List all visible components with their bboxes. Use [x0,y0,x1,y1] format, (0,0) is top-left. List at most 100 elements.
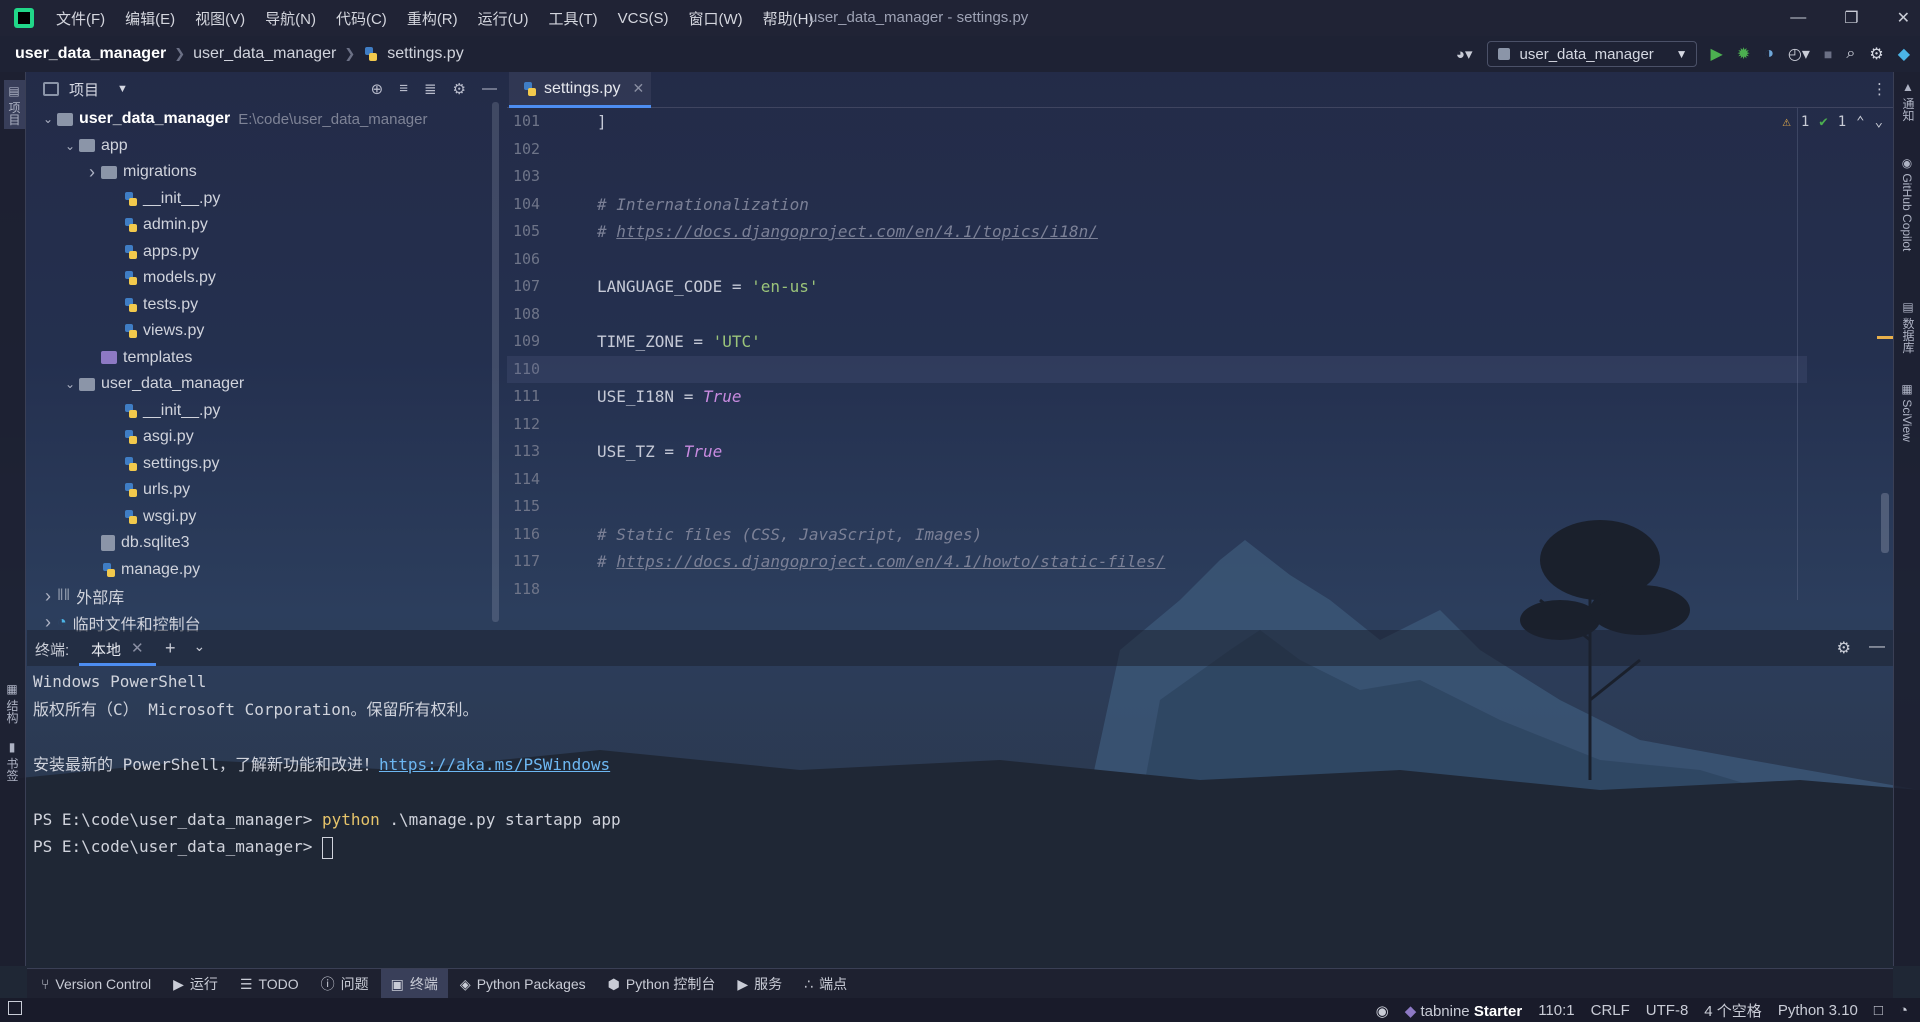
code-area[interactable]: ] # Internationalization # https://docs.dj… [507,108,1807,600]
menu-file[interactable]: 文件(F) [56,8,105,29]
restore-icon[interactable]: ❐ [1844,8,1858,28]
file-encoding[interactable]: UTF-8 [1646,1002,1689,1019]
tree-item[interactable]: db.sqlite3 [27,530,503,557]
menu-refactor[interactable]: 重构(R) [407,8,458,29]
line-number[interactable]: 113 [507,438,589,466]
hide-panel-icon[interactable]: — [1869,638,1885,658]
doc-link[interactable]: https://docs.djangoproject.com/en/4.1/ho… [616,552,1165,571]
jetbrains-ai-icon[interactable]: ◆ [1898,44,1910,64]
chevron-down-icon[interactable]: ▼ [117,83,128,95]
search-icon[interactable]: ⌕ [1846,45,1855,63]
menu-run[interactable]: 运行(U) [478,8,529,29]
tool-terminal[interactable]: ▣ 终端 [380,969,448,999]
line-number[interactable]: 108 [507,301,589,329]
close-tab-icon[interactable]: ✕ [632,80,644,97]
more-vertical-icon[interactable]: ⋮ [1872,80,1887,98]
tree-item[interactable]: apps.py [27,239,503,266]
indent-setting[interactable]: 4 个空格 [1704,1000,1762,1021]
stop-icon[interactable]: ■ [1824,46,1832,62]
settings-gear-icon[interactable]: ⚙ [1869,44,1883,64]
caret-position[interactable]: 110:1 [1538,1002,1574,1019]
tool-python-console[interactable]: ⬢ Python 控制台 [608,974,716,994]
bookmarks-tool-tab[interactable]: ▮ 书签 [4,740,21,781]
menu-vcs[interactable]: VCS(S) [618,10,669,27]
tree-item[interactable]: admin.py [27,212,503,239]
tool-version-control[interactable]: ⑂ Version Control [41,976,151,992]
profile-icon[interactable]: ◴▾ [1788,44,1810,64]
line-number[interactable]: 107 [507,273,589,301]
warning-stripe-mark[interactable] [1877,336,1893,339]
tree-item[interactable]: › migrations [27,159,503,186]
chevron-right-icon[interactable]: › [83,162,101,183]
menu-window[interactable]: 窗口(W) [688,8,742,29]
database-tool-tab[interactable]: ▤ 数据库 [1900,300,1917,353]
close-icon[interactable]: ✕ [1897,8,1910,28]
line-number[interactable]: 102 [507,136,589,164]
tree-item[interactable]: manage.py [27,557,503,584]
chevron-right-icon[interactable]: › [39,586,57,607]
tree-item[interactable]: tests.py [27,292,503,319]
next-highlight-icon[interactable]: ⌄ [1875,114,1883,130]
tool-endpoints[interactable]: ∴ 端点 [804,974,847,994]
tree-item[interactable]: __init__.py [27,186,503,213]
collapse-all-icon[interactable]: ≣ [424,80,437,98]
tree-item[interactable]: templates [27,345,503,372]
copilot-status-icon[interactable]: ◉ [1376,1002,1389,1020]
line-number[interactable]: 118 [507,576,589,601]
tool-problems[interactable]: ⓘ 问题 [321,974,369,994]
tree-item[interactable]: models.py [27,265,503,292]
lock-icon[interactable]: □ [1874,1002,1883,1019]
chevron-down-icon[interactable]: ⌄ [194,638,206,659]
memory-icon[interactable]: ◔ [1899,1002,1908,1019]
tree-item[interactable]: urls.py [27,477,503,504]
line-number[interactable]: 101 [507,108,589,136]
inspection-widget[interactable]: ⚠ 1 ✔ 1 ⌃ ⌄ [1782,114,1883,130]
line-number[interactable]: 111 [507,383,589,411]
tree-item[interactable]: views.py [27,318,503,345]
tabnine-widget[interactable]: ◆ tabnine Starter [1405,1002,1522,1020]
run-config-selector[interactable]: user_data_manager ▼ [1486,41,1697,67]
notifications-tool-tab[interactable]: ▲ 通知 [1900,80,1917,121]
line-number[interactable]: 115 [507,493,589,521]
line-number[interactable]: 106 [507,246,589,274]
line-number[interactable]: 109 [507,328,589,356]
terminal-output[interactable]: Windows PowerShell 版权所有（C） Microsoft Cor… [33,668,1883,964]
menu-code[interactable]: 代码(C) [336,8,387,29]
chevron-down-icon[interactable]: ⌄ [61,139,79,153]
powershell-link[interactable]: https://aka.ms/PSWindows [379,755,610,774]
tool-python-packages[interactable]: ◈ Python Packages [460,976,586,993]
line-number[interactable]: 105 [507,218,589,246]
breadcrumb-folder[interactable]: user_data_manager [193,45,336,63]
line-number[interactable]: 116 [507,521,589,549]
tree-item[interactable]: __init__.py [27,398,503,425]
tree-item[interactable]: asgi.py [27,424,503,451]
minimize-icon[interactable]: — [1790,9,1806,27]
line-number[interactable]: 104 [507,191,589,219]
breadcrumb-file[interactable]: settings.py [387,45,463,63]
tree-item[interactable]: settings.py [27,451,503,478]
menu-tools[interactable]: 工具(T) [548,8,597,29]
menu-view[interactable]: 视图(V) [195,8,245,29]
code-editor[interactable]: 101 102 103 104 105 106 107 108 109 110 111 112 113 1… [507,108,1893,600]
menu-navigate[interactable]: 导航(N) [265,8,316,29]
sciview-tool-tab[interactable]: ▦ SciView [1900,382,1914,442]
project-scrollbar[interactable] [492,102,499,622]
line-number[interactable]: 112 [507,411,589,439]
tool-run[interactable]: ▶ 运行 [173,974,218,994]
settings-gear-icon[interactable]: ⚙ [1837,638,1851,658]
line-separator[interactable]: CRLF [1591,1002,1630,1019]
tree-item[interactable]: ⌄ app [27,133,503,160]
terminal-tab-local[interactable]: 本地 ✕ [79,630,156,666]
menu-help[interactable]: 帮助(H) [763,8,814,29]
tree-item[interactable]: › ‖‖ 外部库 [27,583,503,610]
structure-tool-tab[interactable]: ▦ 结构 [4,682,21,723]
copilot-tool-tab[interactable]: ◉ GitHub Copilot [1900,156,1914,251]
python-interpreter[interactable]: Python 3.10 [1778,1002,1858,1019]
panel-toggle-icon[interactable] [8,1001,22,1015]
project-view-selector[interactable]: 项目 [69,79,99,100]
user-icon[interactable]: ◕▾ [1456,45,1473,63]
new-terminal-icon[interactable]: + [165,638,176,659]
hide-panel-icon[interactable]: — [482,80,497,98]
tool-todo[interactable]: ☰ TODO [240,976,299,993]
debug-icon[interactable]: ✹ [1737,44,1750,64]
